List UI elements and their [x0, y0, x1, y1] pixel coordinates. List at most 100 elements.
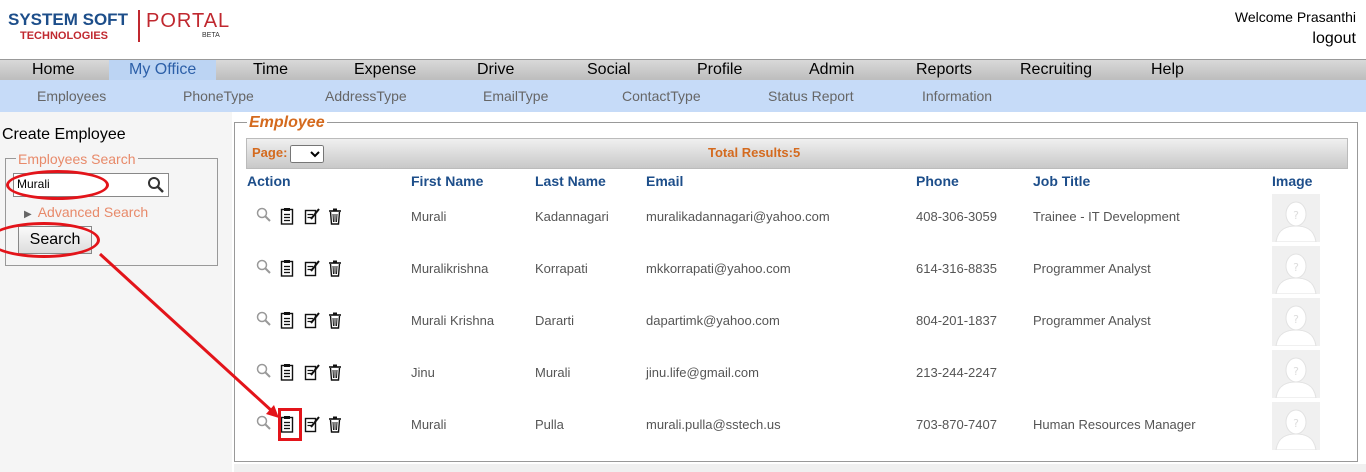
nav-social[interactable]: Social: [587, 61, 631, 79]
page-select[interactable]: [290, 145, 324, 163]
bottom-scrollbar[interactable]: [234, 464, 1366, 472]
table-row: Murali Pulla murali.pulla@sstech.us 703-870…: [246, 399, 1348, 451]
last-name-cell: Pulla: [535, 417, 564, 432]
phone-cell: 408-306-3059: [916, 209, 997, 224]
phone-cell: 213-244-2247: [916, 365, 997, 380]
view-icon[interactable]: [256, 363, 272, 381]
details-icon[interactable]: [280, 259, 296, 277]
details-icon[interactable]: [280, 415, 296, 433]
delete-icon[interactable]: [328, 207, 344, 225]
view-icon[interactable]: [256, 415, 272, 433]
col-job-title[interactable]: Job Title: [1033, 173, 1090, 189]
pagination-bar: Page: Total Results:5: [246, 138, 1348, 169]
company-logo: SYSTEM SOFT TECHNOLOGIES PORTAL BETA: [8, 10, 229, 42]
nav-time[interactable]: Time: [253, 61, 288, 79]
delete-icon[interactable]: [328, 363, 344, 381]
nav-expense[interactable]: Expense: [354, 61, 416, 79]
subnav-phonetype[interactable]: PhoneType: [183, 88, 254, 104]
job-title-cell: Programmer Analyst: [1033, 313, 1151, 328]
edit-icon[interactable]: [304, 363, 320, 381]
email-cell: dapartimk@yahoo.com: [646, 313, 780, 328]
first-name-cell: Murali: [411, 417, 447, 432]
svg-text:?: ?: [1293, 313, 1299, 326]
nav-admin[interactable]: Admin: [809, 61, 854, 79]
nav-recruiting[interactable]: Recruiting: [1020, 61, 1092, 79]
advanced-search-link[interactable]: ▶ Advanced Search: [24, 204, 148, 220]
total-results: Total Results:5: [708, 145, 801, 160]
svg-text:?: ?: [1293, 261, 1299, 274]
details-icon[interactable]: [280, 363, 296, 381]
details-icon[interactable]: [280, 207, 296, 225]
last-name-cell: Korrapati: [535, 261, 588, 276]
search-input[interactable]: [14, 174, 142, 194]
row-actions: [256, 415, 344, 433]
job-title-cell: Programmer Analyst: [1033, 261, 1151, 276]
svg-text:?: ?: [1293, 365, 1299, 378]
edit-icon[interactable]: [304, 311, 320, 329]
subnav-addresstype[interactable]: AddressType: [325, 88, 407, 104]
col-first-name[interactable]: First Name: [411, 173, 483, 189]
subnav-information[interactable]: Information: [922, 88, 992, 104]
delete-icon[interactable]: [328, 415, 344, 433]
email-cell: muralikadannagari@yahoo.com: [646, 209, 830, 224]
first-name-cell: Murali Krishna: [411, 313, 495, 328]
first-name-cell: Jinu: [411, 365, 435, 380]
employee-avatar: ?: [1272, 402, 1320, 450]
logout-link[interactable]: logout: [1235, 28, 1356, 50]
subnav-contacttype[interactable]: ContactType: [622, 88, 701, 104]
last-name-cell: Dararti: [535, 313, 575, 328]
email-cell: murali.pulla@sstech.us: [646, 417, 781, 432]
col-action: Action: [247, 173, 291, 189]
job-title-cell: Human Resources Manager: [1033, 417, 1196, 432]
row-actions: [256, 363, 344, 381]
svg-text:?: ?: [1293, 209, 1299, 222]
col-email[interactable]: Email: [646, 173, 683, 189]
search-icon[interactable]: [147, 176, 165, 199]
nav-reports[interactable]: Reports: [916, 61, 972, 79]
delete-icon[interactable]: [328, 311, 344, 329]
search-input-wrap: [13, 173, 169, 197]
nav-my-office[interactable]: My Office: [109, 60, 217, 80]
col-image: Image: [1272, 173, 1313, 189]
nav-profile[interactable]: Profile: [697, 61, 742, 79]
main-nav: Home My Office Time Expense Drive Social…: [0, 59, 1366, 80]
sub-nav: Employees PhoneType AddressType EmailTyp…: [0, 80, 1366, 112]
phone-cell: 804-201-1837: [916, 313, 997, 328]
col-last-name[interactable]: Last Name: [535, 173, 606, 189]
delete-icon[interactable]: [328, 259, 344, 277]
row-actions: [256, 259, 344, 277]
employee-legend: Employee: [247, 114, 327, 132]
view-icon[interactable]: [256, 207, 272, 225]
email-cell: mkkorrapati@yahoo.com: [646, 261, 791, 276]
job-title-cell: Trainee - IT Development: [1033, 209, 1180, 224]
details-icon[interactable]: [280, 311, 296, 329]
table-row: Murali Krishna Dararti dapartimk@yahoo.com…: [246, 295, 1348, 347]
left-panel: Create Employee Employees Search ▶ Advanc…: [0, 112, 232, 472]
edit-icon[interactable]: [304, 415, 320, 433]
col-phone[interactable]: Phone: [916, 173, 959, 189]
nav-home[interactable]: Home: [32, 61, 75, 79]
employee-avatar: ?: [1272, 298, 1320, 346]
row-actions: [256, 207, 344, 225]
create-employee-link[interactable]: Create Employee: [2, 126, 126, 144]
user-area: Welcome Prasanthi logout: [1235, 6, 1356, 50]
view-icon[interactable]: [256, 311, 272, 329]
edit-icon[interactable]: [304, 259, 320, 277]
nav-help[interactable]: Help: [1151, 61, 1184, 79]
employee-avatar: ?: [1272, 246, 1320, 294]
phone-cell: 614-316-8835: [916, 261, 997, 276]
subnav-status-report[interactable]: Status Report: [768, 88, 854, 104]
first-name-cell: Muralikrishna: [411, 261, 489, 276]
table-row: Muralikrishna Korrapati mkkorrapati@yahoo.…: [246, 243, 1348, 295]
nav-drive[interactable]: Drive: [477, 61, 514, 79]
employees-search-box: Employees Search ▶ Advanced Search Search: [5, 151, 218, 266]
logo-line1: SYSTEM SOFT: [8, 10, 128, 29]
row-actions: [256, 311, 344, 329]
search-button[interactable]: Search: [18, 226, 92, 254]
view-icon[interactable]: [256, 259, 272, 277]
last-name-cell: Murali: [535, 365, 571, 380]
edit-icon[interactable]: [304, 207, 320, 225]
subnav-emailtype[interactable]: EmailType: [483, 88, 548, 104]
subnav-employees[interactable]: Employees: [37, 88, 106, 104]
table-row: Jinu Murali jinu.life@gmail.com 213-244-224…: [246, 347, 1348, 399]
